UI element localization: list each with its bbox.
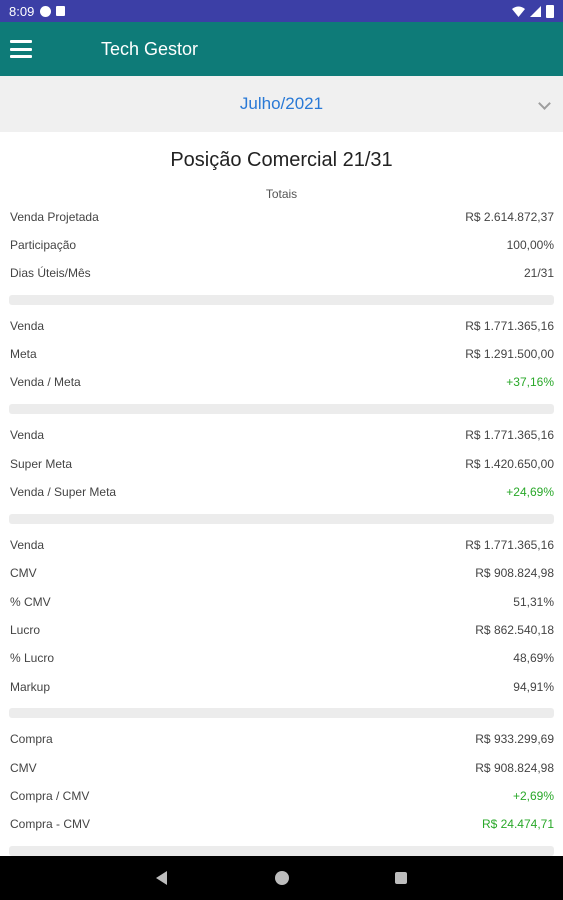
row-label: Lucro [10, 623, 41, 637]
row-label: Venda [10, 538, 45, 552]
battery-icon [546, 4, 554, 18]
page-title: Posição Comercial 21/31 [170, 149, 393, 171]
report-row: CMV R$ 908.824,98 [10, 761, 554, 781]
row-value: 51,31% [513, 595, 554, 609]
recent-apps-icon[interactable] [395, 872, 407, 884]
row-value: R$ 1.291.500,00 [465, 347, 554, 361]
row-label: Participação [10, 238, 77, 252]
report-row: Compra / CMV +2,69% [10, 789, 554, 809]
report-row: % Lucro 48,69% [10, 651, 554, 671]
row-value: R$ 2.614.872,37 [465, 210, 554, 224]
row-value: R$ 908.824,98 [475, 566, 554, 580]
report-row: Participação 100,00% [10, 238, 554, 258]
section-divider [9, 846, 554, 856]
row-value: 21/31 [523, 266, 554, 280]
row-label: Markup [10, 680, 51, 694]
report-row: Venda / Super Meta +24,69% [10, 485, 554, 505]
report-row: Markup 94,91% [10, 680, 554, 700]
row-label: CMV [10, 761, 37, 775]
row-value: R$ 1.771.365,16 [465, 428, 554, 442]
report-row: Venda Projetada R$ 2.614.872,37 [10, 210, 554, 230]
row-value: R$ 1.771.365,16 [465, 319, 554, 333]
row-value-positive: R$ 24.474,71 [481, 817, 554, 831]
app-title: Tech Gestor [101, 38, 199, 59]
section-divider [9, 295, 554, 305]
row-value: 48,69% [513, 651, 554, 665]
row-value-positive: +24,69% [506, 485, 554, 499]
row-label: Meta [10, 347, 37, 361]
row-label: % Lucro [10, 651, 55, 665]
app-bar: Tech Gestor [0, 22, 563, 76]
section-divider [9, 404, 554, 414]
status-time: 8:09 [9, 3, 35, 19]
report-row: Super Meta R$ 1.420.650,00 [10, 457, 554, 477]
report-row: Meta R$ 1.291.500,00 [10, 347, 554, 367]
back-icon[interactable] [156, 871, 167, 885]
home-icon[interactable] [275, 871, 289, 885]
row-value: 94,91% [513, 680, 554, 694]
row-value: R$ 1.771.365,16 [465, 538, 554, 552]
status-bar: 8:09 [0, 0, 563, 22]
section-divider [9, 708, 554, 718]
row-label: Venda / Super Meta [10, 485, 117, 499]
report-row: Compra R$ 933.299,69 [10, 732, 554, 752]
row-label: Super Meta [10, 457, 73, 471]
report-row: Dias Úteis/Mês 21/31 [10, 266, 554, 286]
report-row: % CMV 51,31% [10, 595, 554, 615]
row-value: R$ 908.824,98 [475, 761, 554, 775]
report-row: Lucro R$ 862.540,18 [10, 623, 554, 643]
row-label: Venda [10, 428, 45, 442]
row-value-positive: +37,16% [506, 375, 554, 389]
section-divider [9, 514, 554, 524]
row-label: Compra [10, 732, 53, 746]
row-label: Venda [10, 319, 45, 333]
report-row: Compra - CMV R$ 24.474,71 [10, 817, 554, 837]
row-label: Compra / CMV [10, 789, 90, 803]
row-value: 100,00% [506, 238, 554, 252]
report-row: Venda R$ 1.771.365,16 [10, 428, 554, 448]
sd-card-icon [56, 6, 66, 16]
report-row: Venda / Meta +37,16% [10, 375, 554, 395]
row-label: % CMV [10, 595, 51, 609]
chevron-down-icon[interactable] [538, 97, 551, 110]
wifi-icon [512, 6, 525, 17]
month-selector-value: Julho/2021 [239, 94, 324, 113]
row-value: R$ 862.540,18 [475, 623, 554, 637]
row-label: Dias Úteis/Mês [10, 266, 91, 280]
hamburger-menu-icon[interactable] [10, 40, 32, 58]
data-saver-icon [40, 5, 52, 17]
row-label: Venda / Meta [10, 375, 81, 389]
row-label: Venda Projetada [10, 210, 99, 224]
report-row: Venda R$ 1.771.365,16 [10, 319, 554, 339]
row-value: R$ 1.420.650,00 [465, 457, 554, 471]
report-row: Venda R$ 1.771.365,16 [10, 538, 554, 558]
month-selector[interactable]: Julho/2021 [0, 76, 563, 132]
row-label: Compra - CMV [10, 817, 91, 831]
report-row: CMV R$ 908.824,98 [10, 566, 554, 586]
report-subtitle: Totais [265, 187, 298, 201]
row-label: CMV [10, 566, 37, 580]
signal-icon [530, 5, 541, 17]
system-nav-bar [0, 856, 563, 900]
row-value: R$ 933.299,69 [475, 732, 554, 746]
row-value-positive: +2,69% [512, 789, 554, 803]
